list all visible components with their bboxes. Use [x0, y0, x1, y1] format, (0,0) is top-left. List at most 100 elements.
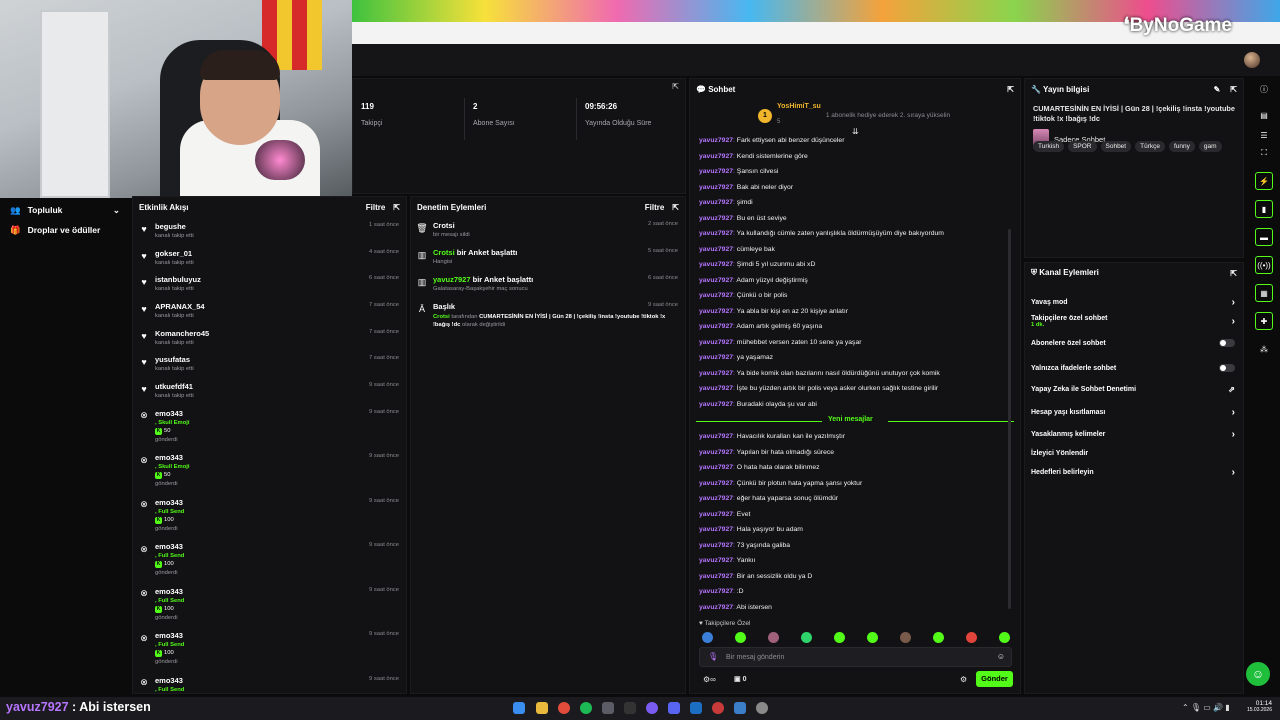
chat-username[interactable]: yavuz7927: [699, 230, 733, 237]
chat-username[interactable]: yavuz7927: [699, 526, 733, 533]
list-item[interactable]: ♥ yusufatas kanalı takip etti 7 saat önce: [133, 350, 406, 377]
chat-username[interactable]: yavuz7927: [699, 292, 733, 299]
chat-message[interactable]: yavuz7927: O hata hata olarak bilinmez: [699, 460, 1015, 476]
clipboard-icon[interactable]: ▮: [1255, 200, 1273, 218]
chat-message[interactable]: yavuz7927: Çünkü bir plotun hata yapma ş…: [699, 476, 1015, 492]
chat-message[interactable]: yavuz7927: Bu en üst seviye: [699, 211, 1015, 227]
popout-icon[interactable]: ⇱: [393, 203, 400, 212]
layout-icon[interactable]: ▦: [1255, 284, 1273, 302]
list-item[interactable]: ⊗ emo343, Skull Emoji K 50 gönderdi 9 saat ön…: [133, 404, 406, 449]
chat-message[interactable]: yavuz7927: Evet: [699, 507, 1015, 523]
list-item[interactable]: ⊗ emo343, Skull Emoji K 50 gönderdi 9 saat ön…: [133, 448, 406, 493]
list-item[interactable]: ♥ Komanchero45 kanalı takip etti 7 saat önc…: [133, 324, 406, 351]
toggle-switch[interactable]: [1219, 339, 1235, 347]
channel-action-item[interactable]: Yasaklanmış kelimeler ›: [1025, 425, 1243, 443]
tag-chip[interactable]: Sohbet: [1100, 141, 1132, 152]
send-button[interactable]: Gönder: [976, 671, 1013, 687]
popout-icon[interactable]: ⇱: [672, 82, 679, 91]
info-icon[interactable]: ⓘ: [1255, 80, 1273, 98]
chat-message[interactable]: yavuz7927: Şimdi 5 yıl uzunmu abi xD: [699, 257, 1015, 273]
chat-username[interactable]: yavuz7927: [699, 604, 733, 611]
chrome-icon[interactable]: [558, 702, 570, 714]
chat-message[interactable]: yavuz7927: eğer hata yaparsa sonuç ölümd…: [699, 491, 1015, 507]
list-item[interactable]: ♥ begushe kanalı takip etti 1 saat önce: [133, 217, 406, 244]
channel-action-item[interactable]: Takipçilere özel sohbet 1 dk. ›: [1025, 312, 1243, 330]
chat-message[interactable]: yavuz7927: Bak abi neler diyor: [699, 180, 1015, 196]
sidebar-item-drops[interactable]: 🎁 Droplar ve ödüller: [0, 220, 130, 240]
chat-username[interactable]: yavuz7927: [699, 261, 733, 268]
chat-username[interactable]: yavuz7927: [699, 153, 733, 160]
chat-username[interactable]: yavuz7927: [699, 464, 733, 471]
chat-username[interactable]: yavuz7927: [699, 137, 733, 144]
tag-chip[interactable]: funny: [1168, 141, 1195, 152]
list-item[interactable]: ⊗ emo343, Full Send K 100 gönderdi 9 saat önc…: [133, 537, 406, 582]
chat-message[interactable]: yavuz7927: Ya abla bir kişi en az 20 kiş…: [699, 304, 1015, 320]
help-chat-icon[interactable]: ☺: [1246, 662, 1270, 686]
user-avatar[interactable]: [1244, 52, 1260, 68]
chat-bubble-icon[interactable]: ▬: [1255, 228, 1273, 246]
spotify-icon[interactable]: [580, 702, 592, 714]
popout-icon[interactable]: ⇱: [672, 203, 679, 212]
fullscreen-icon[interactable]: ⛶: [1255, 144, 1273, 162]
lightning-icon[interactable]: ⚡: [1255, 172, 1273, 190]
chat-username[interactable]: yavuz7927: [699, 277, 733, 284]
app-icon[interactable]: [734, 702, 746, 714]
filter-button[interactable]: Filtre: [366, 203, 386, 212]
emote-icon[interactable]: [867, 632, 878, 643]
taskbar-clock[interactable]: 01:14 15.03.2026: [1242, 700, 1272, 713]
emote-icon[interactable]: [834, 632, 845, 643]
channel-action-item[interactable]: Yalnızca ifadelerle sohbet: [1025, 359, 1243, 377]
chat-message[interactable]: yavuz7927: Şansın cilvesi: [699, 164, 1015, 180]
chat-scrollbar[interactable]: [1008, 229, 1011, 609]
popout-icon[interactable]: ⇱: [1230, 85, 1237, 94]
chat-message[interactable]: yavuz7927: Çünkü o bir polis: [699, 288, 1015, 304]
chat-message[interactable]: yavuz7927: Havacılık kuralları kan ile y…: [699, 429, 1015, 445]
chat-username[interactable]: yavuz7927: [699, 495, 733, 502]
chat-username[interactable]: yavuz7927: [699, 542, 733, 549]
popout-icon[interactable]: ⇱: [1230, 269, 1237, 278]
mic-icon[interactable]: 🎙: [708, 652, 718, 661]
chat-username[interactable]: yavuz7927: [699, 557, 733, 564]
chat-message[interactable]: yavuz7927: Adam artık gelmiş 60 yaşına: [699, 319, 1015, 335]
chat-message[interactable]: yavuz7927: :D: [699, 584, 1015, 600]
chat-message[interactable]: yavuz7927: Hala yaşıyor bu adam: [699, 522, 1015, 538]
popout-icon[interactable]: ⇱: [1007, 85, 1014, 94]
discord-icon[interactable]: [668, 702, 680, 714]
obs-icon[interactable]: [646, 702, 658, 714]
list-item[interactable]: ♥ utkuefdf41 kanalı takip etti 9 saat önce: [133, 377, 406, 404]
channel-action-item[interactable]: İzleyici Yönlendir: [1025, 444, 1243, 462]
chat-message[interactable]: yavuz7927: Kendi sistemlerine göre: [699, 149, 1015, 165]
chat-username[interactable]: yavuz7927: [699, 168, 733, 175]
app-icon[interactable]: [624, 702, 636, 714]
chat-username[interactable]: yavuz7927: [699, 449, 733, 456]
broadcast-icon[interactable]: ((•)): [1255, 256, 1273, 274]
emote-icon[interactable]: [966, 632, 977, 643]
chat-username[interactable]: yavuz7927: [699, 339, 733, 346]
list-item[interactable]: ♥ istanbuluyuz kanalı takip etti 6 saat önc…: [133, 270, 406, 297]
chat-username[interactable]: yavuz7927: [699, 215, 733, 222]
chat-username[interactable]: yavuz7927: [699, 308, 733, 315]
chat-message[interactable]: yavuz7927: Yankıı: [699, 553, 1015, 569]
list-item[interactable]: ⊗ emo343, Full Send K 100 gönderdi 9 saat önc…: [133, 493, 406, 538]
channel-action-item[interactable]: Hedefleri belirleyin ›: [1025, 463, 1243, 481]
sidebar-item-community[interactable]: 👥 Topluluk ⌄: [0, 200, 130, 220]
filter-button[interactable]: Filtre: [645, 203, 665, 212]
channel-action-item[interactable]: Yavaş mod ›: [1025, 293, 1243, 311]
chat-message[interactable]: yavuz7927: İşte bu yüzden artık bir poli…: [699, 381, 1015, 397]
channel-action-item[interactable]: Abonelere özel sohbet: [1025, 334, 1243, 352]
tag-chip[interactable]: Türkçe: [1135, 141, 1165, 152]
list-item[interactable]: ⊗ emo343, Full Send K 100 gönderdi 9 saat önc…: [133, 626, 406, 671]
list-item[interactable]: ♥ gokser_01 kanalı takip etti 4 saat önce: [133, 244, 406, 271]
chat-username[interactable]: yavuz7927: [699, 354, 733, 361]
emoji-icon[interactable]: ☺: [997, 652, 1005, 661]
chat-message[interactable]: yavuz7927: şimdi: [699, 195, 1015, 211]
chat-username[interactable]: yavuz7927: [699, 433, 733, 440]
tag-chip[interactable]: Turkish: [1033, 141, 1065, 152]
channel-action-item[interactable]: Yapay Zeka ile Sohbet Denetimi ⇗: [1025, 380, 1243, 398]
chat-message[interactable]: yavuz7927: Bir an sessizlik oldu ya D: [699, 569, 1015, 585]
list-item[interactable]: ⊗ emo343, Full Send K 100 gönderdi 9 saat önc…: [133, 582, 406, 627]
chat-username[interactable]: yavuz7927: [699, 370, 733, 377]
chat-username[interactable]: yavuz7927: [699, 323, 733, 330]
emote-icon[interactable]: [702, 632, 713, 643]
emote-icon[interactable]: [768, 632, 779, 643]
